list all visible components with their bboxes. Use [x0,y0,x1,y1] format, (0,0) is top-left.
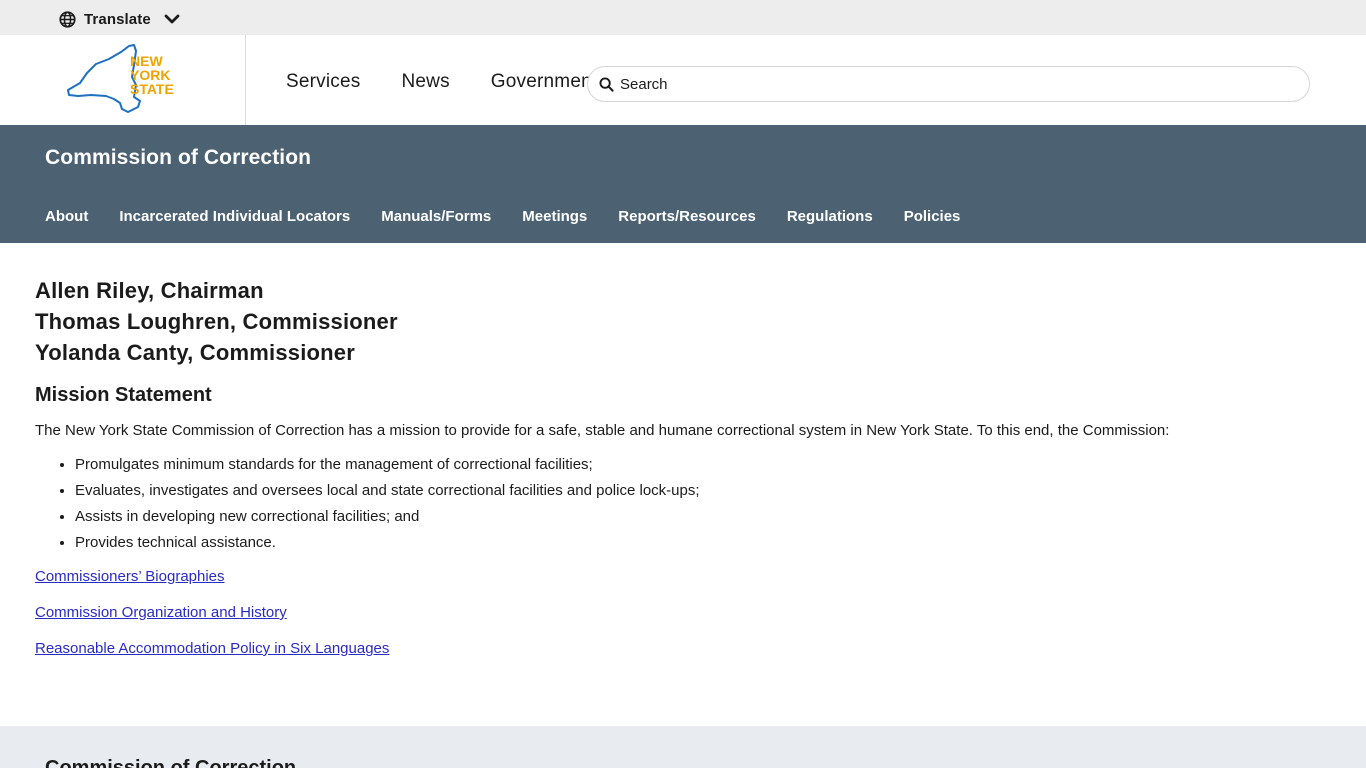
mission-heading: Mission Statement [35,384,212,406]
content-links: Commissioners’ Biographies Commission Or… [35,567,1335,659]
search-icon[interactable] [599,76,614,92]
list-item: Provides technical assistance. [75,533,1335,553]
agency-nav-policies[interactable]: Policies [904,208,961,225]
header-divider [245,35,246,125]
commissioner-name: Thomas Loughren, Commissioner [35,309,398,334]
agency-footer: Commission of Correction [0,726,1366,768]
commissioner-name: Allen Riley, Chairman [35,278,264,303]
main-nav: Services News Government [286,71,591,95]
link-commissioners-biographies[interactable]: Commissioners’ Biographies [35,567,1335,587]
nys-logo[interactable]: NEW YORK STATE [66,43,180,113]
agency-nav-about[interactable]: About [45,208,88,225]
globe-icon [59,10,76,28]
link-organization-history[interactable]: Commission Organization and History [35,603,1335,623]
nav-services[interactable]: Services [286,71,360,93]
agency-nav-locators[interactable]: Incarcerated Individual Locators [119,208,350,225]
footer-title: Commission of Correction [45,757,297,768]
search-box[interactable] [587,66,1310,102]
list-item: Evaluates, investigates and oversees loc… [75,481,1335,501]
translate-button[interactable]: Translate [59,9,180,29]
mission-text: The New York State Commission of Correct… [35,422,1170,439]
mission-list: Promulgates minimum standards for the ma… [35,455,1335,553]
agency-band: Commission of Correction About Incarcerat… [0,125,1366,243]
translate-bar: Translate [0,0,1366,35]
agency-nav-manuals-forms[interactable]: Manuals/Forms [381,208,491,225]
search-input[interactable] [620,75,1270,93]
commissioner-names: Allen Riley, Chairman Thomas Loughren, C… [35,275,1335,368]
main-content: Allen Riley, Chairman Thomas Loughren, C… [35,275,1335,675]
site-header: NEW YORK STATE Services News Government [0,35,1366,125]
list-item: Assists in developing new correctional f… [75,507,1335,527]
agency-nav-regulations[interactable]: Regulations [787,208,873,225]
commissioner-name: Yolanda Canty, Commissioner [35,340,355,365]
agency-nav: About Incarcerated Individual Locators Man… [45,208,991,226]
nav-news[interactable]: News [401,71,449,93]
chevron-down-icon[interactable] [164,13,180,25]
list-item: Promulgates minimum standards for the ma… [75,455,1335,475]
nav-government[interactable]: Government [491,71,591,93]
link-reasonable-accommodation-policy[interactable]: Reasonable Accommodation Policy in Six L… [35,639,1335,659]
agency-nav-reports-resources[interactable]: Reports/Resources [618,208,756,225]
logo-text-line-3: STATE [130,81,174,97]
agency-title[interactable]: Commission of Correction [45,146,311,170]
agency-nav-meetings[interactable]: Meetings [522,208,587,225]
translate-label: Translate [84,10,151,28]
